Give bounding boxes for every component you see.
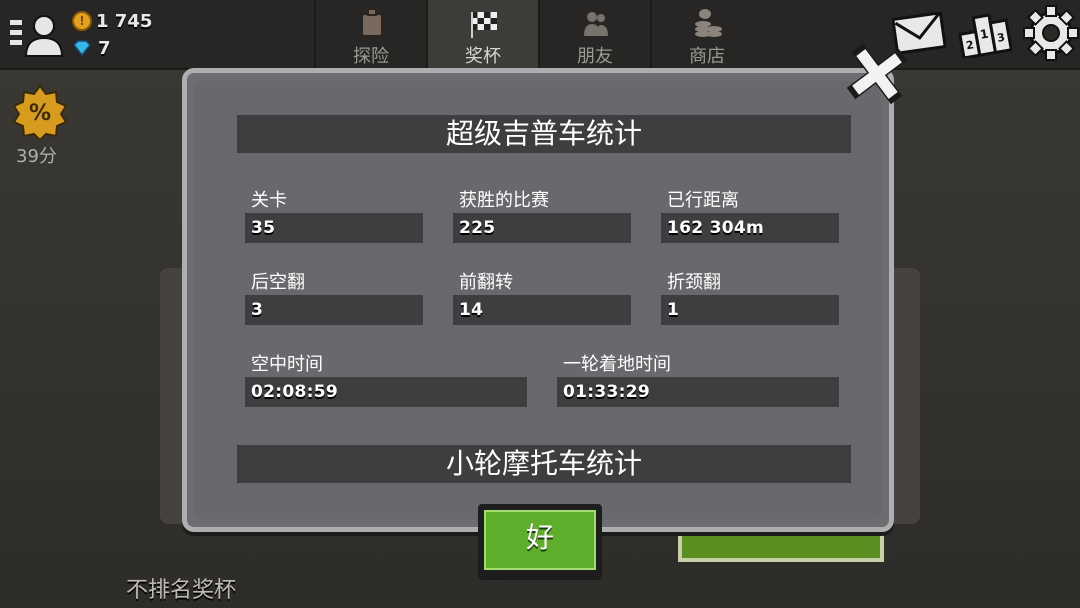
- stat-value: 162 304m: [661, 213, 839, 243]
- tab-label: 奖杯: [465, 46, 501, 67]
- section-title-super-jeep: 超级吉普车统计: [237, 115, 851, 153]
- top-bar: ! 1 745 7 探险 奖杯 朋友 商店 1 2 3: [0, 0, 1080, 70]
- stat-label: 获胜的比赛: [459, 190, 549, 211]
- stat-label: 已行距离: [667, 190, 739, 211]
- settings-button[interactable]: [1022, 4, 1080, 62]
- stat-label: 空中时间: [251, 354, 323, 375]
- tab-label: 朋友: [577, 46, 613, 67]
- friends-icon: [584, 12, 608, 36]
- settings-gear-icon: [1023, 5, 1079, 61]
- gem-icon: [72, 40, 92, 56]
- section-title-text: 超级吉普车统计: [445, 117, 642, 150]
- section-title-text: 小轮摩托车统计: [445, 447, 642, 480]
- percent-badge-icon[interactable]: %: [12, 84, 68, 140]
- ok-button[interactable]: 好: [478, 504, 602, 580]
- stat-value: 225: [453, 213, 631, 243]
- checkered-flag-icon: [471, 12, 497, 38]
- stat-races-won: 获胜的比赛 225: [453, 189, 631, 243]
- stat-label: 一轮着地时间: [563, 354, 671, 375]
- tab-shop[interactable]: 商店: [650, 0, 762, 68]
- percent-label: 39分: [16, 146, 57, 167]
- svg-text:%: %: [29, 101, 51, 126]
- main-tabs: 探险 奖杯 朋友 商店: [314, 0, 762, 68]
- stat-backflips: 后空翻 3: [245, 271, 423, 325]
- tab-adventure[interactable]: 探险: [314, 0, 426, 68]
- vehicle-stats-dialog: 超级吉普车统计 关卡 35 获胜的比赛 225 已行距离 162 304m 后空…: [182, 68, 894, 532]
- stat-value: 02:08:59: [245, 377, 527, 407]
- stat-value: 14: [453, 295, 631, 325]
- section-title-moto: 小轮摩托车统计: [237, 445, 851, 483]
- stat-label: 后空翻: [251, 272, 305, 293]
- dialog-content: 超级吉普车统计 关卡 35 获胜的比赛 225 已行距离 162 304m 后空…: [195, 81, 881, 519]
- stat-frontflips: 前翻转 14: [453, 271, 631, 325]
- leaderboard-icon: 1 2 3: [958, 13, 1012, 58]
- tab-trophies[interactable]: 奖杯: [426, 0, 538, 68]
- unranked-trophies-label: 不排名奖杯: [126, 578, 237, 603]
- stat-label: 折颈翻: [667, 272, 721, 293]
- leaderboard-button[interactable]: 1 2 3: [956, 4, 1014, 62]
- gem-balance: 7: [72, 37, 111, 59]
- profile-icon[interactable]: [8, 10, 64, 58]
- coin-balance: ! 1 745: [72, 10, 152, 32]
- gem-count: 7: [98, 37, 111, 59]
- stat-label: 关卡: [251, 190, 287, 211]
- stat-levels: 关卡 35: [245, 189, 423, 243]
- stat-neck-flips: 折颈翻 1: [661, 271, 839, 325]
- stat-air-time: 空中时间 02:08:59: [245, 353, 527, 407]
- stat-label: 前翻转: [459, 272, 513, 293]
- close-icon[interactable]: [840, 38, 914, 110]
- coin-icon: !: [72, 11, 92, 31]
- tab-friends[interactable]: 朋友: [538, 0, 650, 68]
- stat-value: 01:33:29: [557, 377, 839, 407]
- tab-label: 商店: [689, 46, 725, 67]
- fuel-can-icon: [361, 8, 383, 37]
- ok-button-label: 好: [525, 521, 554, 554]
- coin-stack-icon: [695, 9, 722, 37]
- coin-count: 1 745: [96, 10, 153, 32]
- top-right-icons: 1 2 3: [890, 4, 1080, 62]
- stat-value: 3: [245, 295, 423, 325]
- stat-one-wheel-time: 一轮着地时间 01:33:29: [557, 353, 839, 407]
- stat-value: 1: [661, 295, 839, 325]
- stat-value: 35: [245, 213, 423, 243]
- stat-distance: 已行距离 162 304m: [661, 189, 839, 243]
- tab-label: 探险: [353, 46, 389, 67]
